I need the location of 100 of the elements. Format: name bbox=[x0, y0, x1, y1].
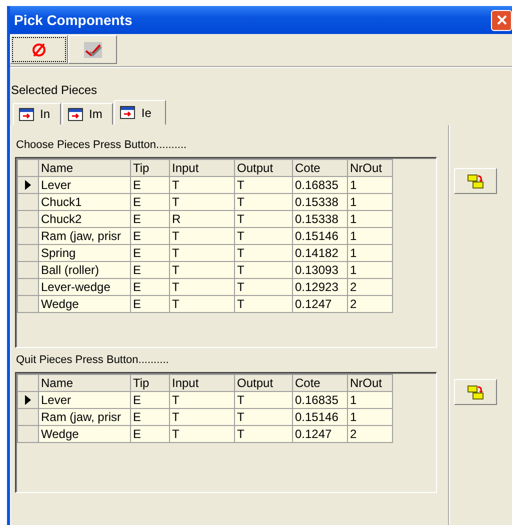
table-cell: 0.1247 bbox=[292, 426, 348, 442]
corner-cell bbox=[18, 374, 38, 392]
column-header: Input bbox=[170, 160, 234, 176]
folders-icon bbox=[467, 173, 484, 189]
table-cell: 0.12923 bbox=[292, 278, 348, 296]
table-cell: Ball (roller) bbox=[38, 262, 130, 278]
table-cell: E bbox=[130, 210, 170, 228]
table-cell: E bbox=[130, 278, 170, 296]
table-cell: T bbox=[234, 262, 292, 278]
table-cell: 1 bbox=[348, 408, 392, 426]
current-row-icon bbox=[25, 395, 31, 405]
row-header[interactable] bbox=[18, 176, 38, 194]
table-cell: 0.16835 bbox=[292, 176, 348, 194]
column-header: NrOut bbox=[348, 374, 392, 392]
table-cell: T bbox=[170, 194, 234, 210]
table-cell: T bbox=[170, 392, 234, 408]
table-cell: R bbox=[170, 210, 234, 228]
check-icon bbox=[84, 42, 102, 58]
table-cell: 2 bbox=[348, 426, 392, 442]
column-header: NrOut bbox=[348, 160, 392, 176]
table-cell: E bbox=[130, 194, 170, 210]
column-header: Name bbox=[38, 374, 130, 392]
table-cell: 1 bbox=[348, 262, 392, 278]
tab[interactable]: In bbox=[13, 103, 62, 125]
table-cell: T bbox=[234, 426, 292, 442]
table-cell: Chuck2 bbox=[38, 210, 130, 228]
cancel-icon bbox=[31, 42, 47, 58]
table-cell: E bbox=[130, 408, 170, 426]
table-cell: T bbox=[170, 228, 234, 244]
column-header: Output bbox=[234, 374, 292, 392]
window-title: Pick Components bbox=[14, 12, 132, 28]
table-cell: Wedge bbox=[38, 426, 130, 442]
accept-button[interactable] bbox=[68, 35, 117, 64]
folders-icon bbox=[467, 384, 484, 400]
transfer-button[interactable] bbox=[454, 168, 497, 194]
table-cell: 0.15146 bbox=[292, 408, 348, 426]
table-cell: Lever bbox=[38, 392, 130, 408]
table-cell: Lever-wedge bbox=[38, 278, 130, 296]
table-cell: T bbox=[170, 408, 234, 426]
transfer-button[interactable] bbox=[454, 379, 497, 405]
table-cell: Spring bbox=[38, 244, 130, 262]
tab[interactable]: Im bbox=[62, 103, 114, 125]
table-cell: T bbox=[234, 392, 292, 408]
row-header[interactable] bbox=[18, 392, 38, 408]
column-header: Input bbox=[170, 374, 234, 392]
table-cell: Lever bbox=[38, 176, 130, 194]
table-cell: 1 bbox=[348, 194, 392, 210]
table-cell: T bbox=[170, 262, 234, 278]
table-cell: E bbox=[130, 176, 170, 194]
corner-cell bbox=[18, 160, 38, 176]
column-header: Tip bbox=[130, 374, 170, 392]
table-cell: T bbox=[170, 176, 234, 194]
table-cell: T bbox=[170, 278, 234, 296]
table-cell: E bbox=[130, 392, 170, 408]
table-cell: E bbox=[130, 244, 170, 262]
table-cell: 0.15338 bbox=[292, 194, 348, 210]
table-cell: 1 bbox=[348, 244, 392, 262]
table-cell: T bbox=[170, 296, 234, 312]
table-cell: T bbox=[234, 228, 292, 244]
grid-label: Choose Pieces Press Button.......... bbox=[15, 138, 188, 153]
table-cell: Ram (jaw, prisr bbox=[38, 228, 130, 244]
table-cell: E bbox=[130, 228, 170, 244]
table-cell: E bbox=[130, 296, 170, 312]
table-cell: Wedge bbox=[38, 296, 130, 312]
table-cell: 0.15338 bbox=[292, 210, 348, 228]
table-cell: 1 bbox=[348, 176, 392, 194]
table-cell: 0.16835 bbox=[292, 392, 348, 408]
grid-label: Quit Pieces Press Button.......... bbox=[15, 353, 170, 368]
column-header: Tip bbox=[130, 160, 170, 176]
close-icon bbox=[494, 13, 508, 27]
table-cell: 0.14182 bbox=[292, 244, 348, 262]
column-header: Output bbox=[234, 160, 292, 176]
table-cell: 0.13093 bbox=[292, 262, 348, 278]
table-cell: 2 bbox=[348, 278, 392, 296]
table-cell: 0.1247 bbox=[292, 296, 348, 312]
table-cell: T bbox=[234, 176, 292, 194]
column-header: Cote bbox=[292, 160, 348, 176]
table-cell: T bbox=[234, 244, 292, 262]
table-cell: T bbox=[234, 194, 292, 210]
column-header: Name bbox=[38, 160, 130, 176]
table-cell: 1 bbox=[348, 228, 392, 244]
table-cell: 2 bbox=[348, 296, 392, 312]
table-cell: Ram (jaw, prisr bbox=[38, 408, 130, 426]
table-cell: T bbox=[234, 278, 292, 296]
table-cell: T bbox=[234, 408, 292, 426]
cancel-button[interactable] bbox=[10, 35, 68, 64]
table-cell: Chuck1 bbox=[38, 194, 130, 210]
column-header: Cote bbox=[292, 374, 348, 392]
table-cell: 0.15146 bbox=[292, 228, 348, 244]
tab[interactable]: Ie bbox=[114, 100, 166, 125]
table-cell: T bbox=[234, 210, 292, 228]
window-icon bbox=[68, 108, 84, 120]
table-cell: T bbox=[170, 244, 234, 262]
section-label: Selected Pieces bbox=[10, 82, 98, 99]
table-cell: T bbox=[234, 296, 292, 312]
window-icon bbox=[120, 106, 136, 119]
table-cell: E bbox=[130, 426, 170, 442]
table-cell: E bbox=[130, 262, 170, 278]
table-cell: T bbox=[170, 426, 234, 442]
close-button[interactable] bbox=[491, 10, 512, 30]
